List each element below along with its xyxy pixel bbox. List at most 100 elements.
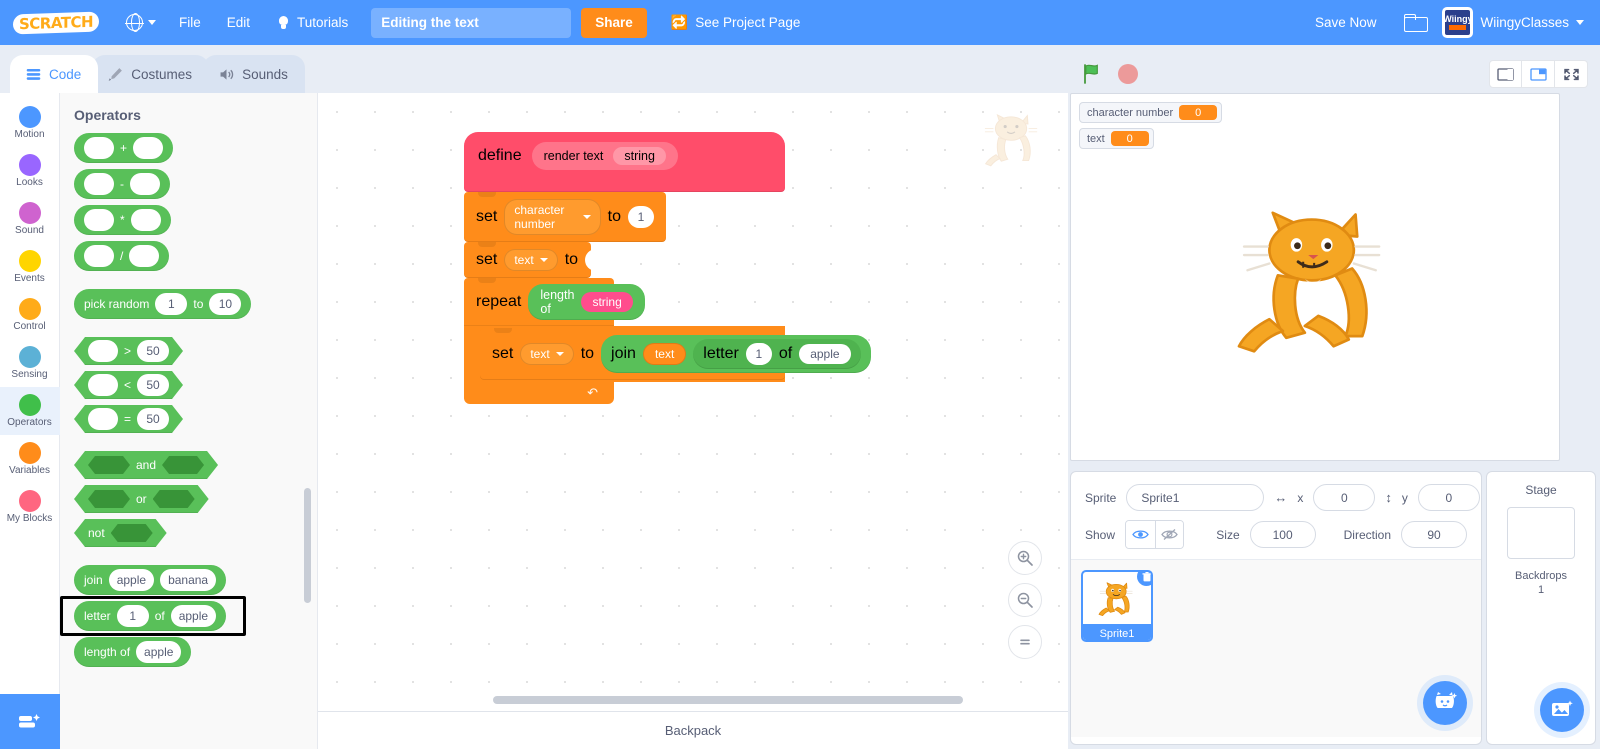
code-workspace[interactable]: define render text string set character … bbox=[318, 93, 1068, 711]
block-slot[interactable]: 10 bbox=[209, 293, 242, 315]
normal-stage-button[interactable] bbox=[1522, 60, 1555, 88]
category-sensing[interactable]: Sensing bbox=[0, 339, 60, 387]
palette-block-and[interactable]: and bbox=[74, 451, 218, 479]
block-slot[interactable] bbox=[130, 209, 161, 231]
fullscreen-button[interactable] bbox=[1555, 60, 1588, 88]
letter-index-input[interactable]: 1 bbox=[745, 343, 772, 365]
palette-block-multiply[interactable]: * bbox=[74, 205, 171, 235]
add-sprite-button[interactable] bbox=[1423, 681, 1467, 725]
sprite-name-input[interactable] bbox=[1126, 484, 1265, 511]
category-events[interactable]: Events bbox=[0, 243, 60, 291]
palette-block-less[interactable]: <50 bbox=[74, 371, 183, 399]
block-slot[interactable] bbox=[130, 173, 160, 195]
block-set-character-number[interactable]: set character number to 1 bbox=[464, 192, 666, 242]
account-menu[interactable]: Wiingy WiingyClasses bbox=[1442, 7, 1588, 38]
save-now-button[interactable]: Save Now bbox=[1301, 15, 1391, 30]
sprite-y-input[interactable] bbox=[1417, 484, 1480, 511]
block-boolean-slot[interactable] bbox=[88, 456, 130, 474]
letter-string-input[interactable]: apple bbox=[799, 344, 851, 364]
palette-block-pick-random[interactable]: pick random 1 to 10 bbox=[74, 289, 252, 319]
tab-sounds[interactable]: Sounds bbox=[203, 55, 305, 93]
stage[interactable]: character number 0 text 0 bbox=[1070, 93, 1560, 461]
edit-menu[interactable]: Edit bbox=[214, 0, 263, 45]
show-visible-button[interactable] bbox=[1126, 521, 1155, 548]
category-control[interactable]: Control bbox=[0, 291, 60, 339]
category-my-blocks[interactable]: My Blocks bbox=[0, 483, 60, 531]
block-slot[interactable] bbox=[129, 245, 160, 267]
block-slot[interactable]: 1 bbox=[155, 293, 188, 315]
monitor-character-number[interactable]: character number 0 bbox=[1079, 102, 1223, 123]
block-boolean-slot[interactable] bbox=[111, 524, 153, 542]
palette-block-join[interactable]: join apple banana bbox=[74, 565, 227, 595]
project-title-input[interactable] bbox=[371, 7, 572, 38]
script-stack[interactable]: define render text string set character … bbox=[464, 132, 871, 404]
category-motion[interactable]: Motion bbox=[0, 99, 60, 147]
stage-selector-panel[interactable]: Stage Backdrops 1 bbox=[1486, 471, 1596, 745]
tab-code[interactable]: Code bbox=[10, 55, 99, 93]
show-hidden-button[interactable] bbox=[1154, 521, 1184, 548]
block-slot[interactable]: 50 bbox=[137, 408, 169, 430]
scratch-logo[interactable]: SCRATCH bbox=[12, 10, 100, 36]
palette-scrollbar[interactable] bbox=[304, 488, 311, 603]
language-selector[interactable] bbox=[116, 13, 166, 32]
variable-dropdown-text[interactable]: text bbox=[520, 343, 574, 365]
category-sound[interactable]: Sound bbox=[0, 195, 60, 243]
sprite-direction-input[interactable] bbox=[1401, 521, 1467, 548]
block-boolean-slot[interactable] bbox=[153, 490, 195, 508]
reporter-string-arg[interactable]: string bbox=[581, 292, 633, 312]
see-project-page-button[interactable]: 🔁 See Project Page bbox=[661, 8, 811, 38]
block-slot[interactable]: banana bbox=[160, 569, 217, 591]
procedure-arg-string[interactable]: string bbox=[613, 147, 666, 165]
block-slot[interactable]: 50 bbox=[137, 340, 169, 362]
palette-block-add[interactable]: + bbox=[74, 133, 174, 163]
value-input-empty[interactable] bbox=[585, 249, 608, 271]
sprite-size-input[interactable] bbox=[1249, 521, 1316, 548]
block-length-of[interactable]: length of string bbox=[528, 284, 645, 320]
block-slot[interactable]: apple bbox=[108, 569, 155, 591]
small-stage-button[interactable] bbox=[1489, 60, 1522, 88]
block-palette[interactable]: Operators + - * / pick random 1 to 10 >50 <50 = 50 a… bbox=[60, 93, 318, 749]
add-extension-button[interactable] bbox=[0, 694, 60, 749]
block-set-text-blank[interactable]: set text to bbox=[464, 242, 608, 278]
reporter-variable-text[interactable]: text bbox=[642, 343, 687, 365]
block-slot[interactable] bbox=[84, 137, 114, 159]
variable-dropdown-character-number[interactable]: character number bbox=[504, 199, 601, 235]
green-flag-icon[interactable] bbox=[1080, 62, 1104, 86]
file-menu[interactable]: File bbox=[166, 0, 214, 45]
value-input-1[interactable]: 1 bbox=[628, 206, 654, 228]
repeat-header[interactable]: repeat length of string bbox=[464, 278, 645, 326]
variable-dropdown-text[interactable]: text bbox=[504, 249, 558, 271]
block-slot[interactable] bbox=[88, 340, 118, 362]
sprite-tile-sprite1[interactable]: Sprite1 bbox=[1081, 570, 1153, 642]
palette-block-equals[interactable]: = 50 bbox=[74, 405, 183, 433]
palette-block-not[interactable]: not bbox=[74, 519, 167, 547]
backpack-bar[interactable]: Backpack bbox=[318, 711, 1068, 749]
zoom-reset-button[interactable] bbox=[1008, 625, 1042, 659]
block-set-text-join[interactable]: set text to join text letter 1 of apple bbox=[480, 328, 871, 380]
zoom-in-button[interactable] bbox=[1008, 541, 1042, 575]
workspace-horizontal-scrollbar[interactable] bbox=[493, 696, 963, 704]
block-slot[interactable] bbox=[88, 374, 118, 396]
zoom-out-button[interactable] bbox=[1008, 583, 1042, 617]
palette-block-divide[interactable]: / bbox=[74, 241, 170, 271]
palette-block-greater[interactable]: >50 bbox=[74, 337, 183, 365]
block-join[interactable]: join text letter 1 of apple bbox=[601, 335, 871, 373]
my-stuff-folder-icon[interactable] bbox=[1404, 13, 1429, 32]
palette-block-letter-of[interactable]: letter 1 of apple bbox=[74, 601, 227, 631]
category-operators[interactable]: Operators bbox=[0, 387, 60, 435]
block-slot[interactable] bbox=[133, 137, 164, 159]
palette-block-or[interactable]: or bbox=[74, 485, 209, 513]
add-backdrop-button[interactable] bbox=[1540, 688, 1584, 732]
block-letter-of[interactable]: letter 1 of apple bbox=[693, 339, 861, 369]
block-slot[interactable]: 1 bbox=[116, 605, 149, 627]
tutorials-button[interactable]: Tutorials bbox=[263, 15, 361, 30]
block-slot[interactable]: 50 bbox=[137, 374, 169, 396]
backdrop-thumbnail[interactable] bbox=[1507, 507, 1575, 559]
tab-costumes[interactable]: Costumes bbox=[92, 55, 210, 93]
block-slot[interactable]: apple bbox=[170, 605, 217, 627]
palette-block-length-of[interactable]: length of apple bbox=[74, 637, 192, 667]
block-slot[interactable] bbox=[84, 173, 114, 195]
block-define-hat[interactable]: define render text string bbox=[464, 132, 785, 192]
stop-button[interactable] bbox=[1118, 64, 1138, 84]
block-slot[interactable] bbox=[88, 408, 118, 430]
